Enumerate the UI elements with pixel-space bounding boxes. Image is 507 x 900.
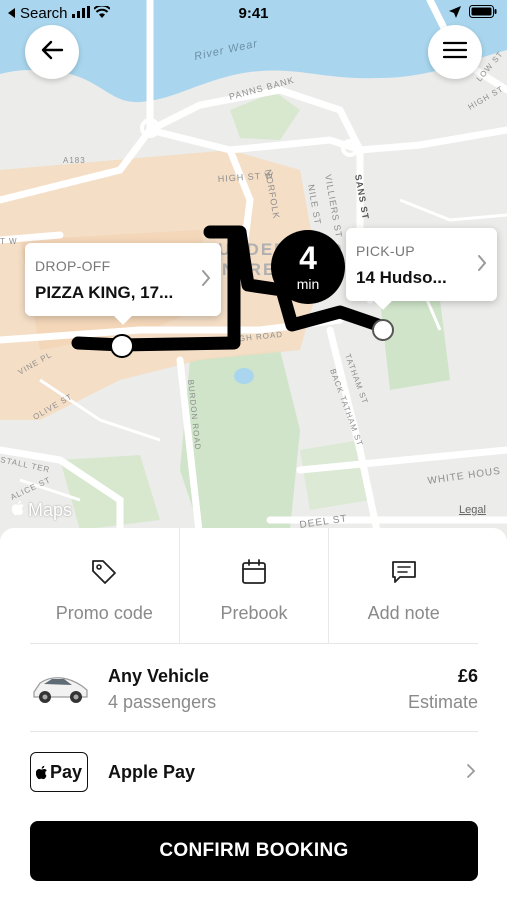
pickup-callout[interactable]: PICK-UP 14 Hudso... [346,228,497,310]
dropoff-label: DROP-OFF [35,258,111,274]
maps-label: Maps [28,500,73,520]
apple-pay-badge-label: Pay [49,761,83,782]
payment-row[interactable]: Pay Apple Pay [30,733,478,813]
car-icon [30,666,90,715]
calendar-icon [241,558,267,591]
vehicle-name: Any Vehicle [108,666,210,686]
apple-pay-icon: Pay [30,752,88,792]
dropoff-value: PIZZA KING, 17... [35,283,174,302]
promo-code-label: Promo code [55,603,153,623]
add-note-option[interactable]: Add note [328,528,478,643]
pickup-label: PICK-UP [356,243,415,259]
payment-name: Apple Pay [108,762,196,782]
chevron-right-icon [201,269,211,292]
legal-link[interactable]: Legal [459,504,486,516]
tag-icon [90,558,118,591]
dropoff-callout[interactable]: DROP-OFF PIZZA KING, 17... [25,243,221,325]
map-view[interactable]: River Wear PANNS BANK A183 HIGH ST W NOR… [0,0,507,545]
arrow-left-icon [40,40,64,65]
vehicle-passengers: 4 passengers [108,692,217,712]
eta-value: 4 [299,240,317,276]
svg-text:SANS ST: SANS ST [353,174,371,221]
svg-text:T W: T W [0,237,18,246]
svg-text:WHITE HOUS: WHITE HOUS [427,466,502,487]
note-icon [390,558,418,591]
svg-text:HIGH ST: HIGH ST [467,84,506,112]
maps-attribution: Maps [11,500,73,521]
eta-badge: 4 min [271,230,345,304]
pickup-marker [372,319,394,341]
promo-code-option[interactable]: Promo code [30,528,179,643]
chevron-right-icon [466,763,476,784]
prebook-label: Prebook [220,603,288,623]
dropoff-marker [110,334,134,358]
chevron-right-icon [477,254,487,277]
vehicle-price: £6 [457,666,478,686]
status-time: 9:41 [238,5,269,22]
prebook-option[interactable]: Prebook [178,528,329,643]
menu-button[interactable] [428,25,482,79]
vehicle-row[interactable]: Any Vehicle 4 passengers £6 Estimate [30,644,478,732]
apple-logo-icon [11,500,26,521]
battery-icon [469,5,497,22]
status-bar: Search 9:41 [0,0,507,28]
location-arrow-icon [449,5,461,22]
eta-unit: min [296,276,320,292]
options-row: Promo code Prebook Add note [30,528,478,644]
back-button[interactable] [25,25,79,79]
booking-sheet: Promo code Prebook Add note Any Vehicle … [0,528,507,900]
pickup-value: 14 Hudso... [356,268,447,287]
vehicle-price-note: Estimate [407,692,478,712]
svg-text:VILLIERS ST: VILLIERS ST [323,174,344,239]
confirm-booking-button[interactable]: CONFIRM BOOKING [30,821,478,881]
hamburger-icon [442,41,468,64]
add-note-label: Add note [367,603,440,623]
svg-text:A183: A183 [63,156,86,165]
